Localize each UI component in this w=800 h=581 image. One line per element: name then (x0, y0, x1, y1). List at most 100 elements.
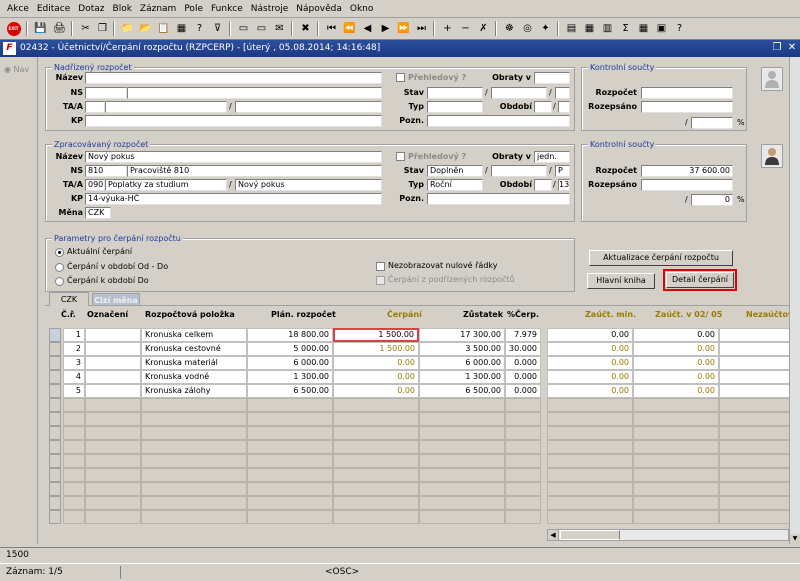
empty-cell[interactable] (505, 412, 541, 426)
cell-nezauct[interactable]: 0. (719, 384, 800, 398)
cell-pct[interactable]: 30.000 (505, 342, 541, 356)
menu-akce[interactable]: Akce (3, 0, 33, 18)
cell-nezauct[interactable]: 0. (719, 342, 800, 356)
menu-zaznam[interactable]: Záznam (136, 0, 180, 18)
zpracovavany-kp-field[interactable]: 14-výuka-HČ (85, 193, 382, 205)
nadrizeny-ns-code[interactable] (85, 87, 127, 99)
save-icon[interactable]: 💾 (32, 20, 49, 37)
cell-oznaceni[interactable] (85, 328, 141, 342)
empty-cell[interactable] (247, 496, 333, 510)
close-window-icon[interactable]: ✕ (786, 42, 798, 54)
empty-cell[interactable] (141, 496, 247, 510)
zpracovavany-ns-name[interactable]: Pracoviště 810 (127, 165, 382, 177)
empty-cell[interactable] (419, 398, 505, 412)
empty-cell[interactable] (85, 426, 141, 440)
empty-cell[interactable] (419, 412, 505, 426)
empty-cell[interactable] (547, 468, 633, 482)
empty-cell[interactable] (419, 454, 505, 468)
settings-icon[interactable]: ✦ (537, 20, 554, 37)
empty-cell[interactable] (85, 496, 141, 510)
scroll-left-icon[interactable]: ◀ (548, 530, 559, 540)
menu-okno[interactable]: Okno (346, 0, 378, 18)
empty-cell[interactable] (63, 412, 85, 426)
cell-zustatek[interactable]: 1 300.00 (419, 370, 505, 384)
table-icon[interactable]: ▥ (599, 20, 616, 37)
zpracovavany-ns-code[interactable]: 810 (85, 165, 127, 177)
cell-zauct-min[interactable]: 0.00 (547, 342, 633, 356)
empty-cell[interactable] (141, 426, 247, 440)
nadrizeny-taa-extra[interactable] (235, 101, 382, 113)
new-record-icon[interactable]: ▭ (235, 20, 252, 37)
empty-cell[interactable] (505, 454, 541, 468)
empty-cell[interactable] (505, 440, 541, 454)
calc-icon[interactable]: ▦ (635, 20, 652, 37)
cell-plan[interactable]: 6 000.00 (247, 356, 333, 370)
zpracovavany-obdobi-extra[interactable]: 13 (558, 179, 570, 191)
empty-cell[interactable] (419, 426, 505, 440)
row-selector[interactable] (49, 426, 61, 440)
nadrizeny-ns-name[interactable] (127, 87, 382, 99)
cell-oznaceni[interactable] (85, 356, 141, 370)
user-avatar-icon-1[interactable] (761, 67, 783, 91)
empty-cell[interactable] (63, 510, 85, 524)
nadrizeny-taa-code[interactable] (85, 101, 105, 113)
empty-cell[interactable] (85, 510, 141, 524)
cell-zauct-v[interactable]: 0.00 (633, 384, 719, 398)
empty-cell[interactable] (505, 510, 541, 524)
row-selector[interactable] (49, 440, 61, 454)
zpracovavany-taa-code[interactable]: 090 (85, 179, 105, 191)
empty-cell[interactable] (547, 440, 633, 454)
cell-cerpani[interactable]: 1 500.00 (333, 342, 419, 356)
empty-cell[interactable] (719, 496, 800, 510)
empty-cell[interactable] (419, 468, 505, 482)
menu-nastroje[interactable]: Nástroje (247, 0, 293, 18)
zpracovavany-obdobi-field[interactable] (534, 179, 552, 191)
zpracovavany-obraty-field[interactable]: jedn. (534, 151, 570, 163)
empty-cell[interactable] (63, 440, 85, 454)
nadrizeny-typ-field[interactable] (427, 101, 483, 113)
cell-zustatek[interactable]: 17 300.00 (419, 328, 505, 342)
scroll-down-icon[interactable]: ▼ (790, 534, 800, 544)
prev-block-icon[interactable]: ⏪ (341, 20, 358, 37)
radio-k-obdobi[interactable] (55, 277, 64, 286)
cell-polozka[interactable]: Kronuska zálohy (141, 384, 247, 398)
zpracovavany-taa-extra[interactable]: Nový pokus (235, 179, 382, 191)
last-record-icon[interactable]: ⏭ (413, 20, 430, 37)
cell-zauct-v[interactable]: 0.00 (633, 342, 719, 356)
menu-blok[interactable]: Blok (109, 0, 136, 18)
menu-dotaz[interactable]: Dotaz (74, 0, 108, 18)
kontrol1-rozpocet-field[interactable] (641, 87, 733, 99)
empty-cell[interactable] (247, 482, 333, 496)
query-icon[interactable]: 📁 (119, 20, 136, 37)
cell-cr[interactable]: 4 (63, 370, 85, 384)
empty-cell[interactable] (719, 510, 800, 524)
empty-cell[interactable] (419, 482, 505, 496)
empty-cell[interactable] (141, 398, 247, 412)
lov-icon[interactable]: ☸ (501, 20, 518, 37)
vertical-scrollbar[interactable]: ▼ (789, 57, 800, 544)
scroll-thumb[interactable] (560, 530, 620, 540)
cell-zustatek[interactable]: 6 000.00 (419, 356, 505, 370)
user-avatar-icon-2[interactable] (761, 144, 783, 168)
nadrizeny-stav-code[interactable] (555, 87, 570, 99)
zpracovavany-pozn-field[interactable] (427, 193, 570, 205)
cell-zauct-v[interactable]: 0.00 (633, 370, 719, 384)
empty-cell[interactable] (505, 482, 541, 496)
prev-record-icon[interactable]: ◀ (359, 20, 376, 37)
podrizene-checkbox[interactable] (376, 276, 385, 285)
cell-zauct-v[interactable]: 0.00 (633, 356, 719, 370)
empty-cell[interactable] (141, 440, 247, 454)
empty-cell[interactable] (247, 510, 333, 524)
empty-cell[interactable] (333, 468, 419, 482)
empty-cell[interactable] (633, 412, 719, 426)
next-block-icon[interactable]: ⏩ (395, 20, 412, 37)
zpracovavany-typ-field[interactable]: Roční (427, 179, 483, 191)
empty-cell[interactable] (505, 496, 541, 510)
first-record-icon[interactable]: ⏮ (323, 20, 340, 37)
empty-cell[interactable] (85, 412, 141, 426)
empty-cell[interactable] (247, 412, 333, 426)
cell-plan[interactable]: 5 000.00 (247, 342, 333, 356)
calculator-icon[interactable]: ▤ (563, 20, 580, 37)
nadrizeny-obraty-field[interactable] (534, 72, 570, 84)
row-selector[interactable] (49, 468, 61, 482)
